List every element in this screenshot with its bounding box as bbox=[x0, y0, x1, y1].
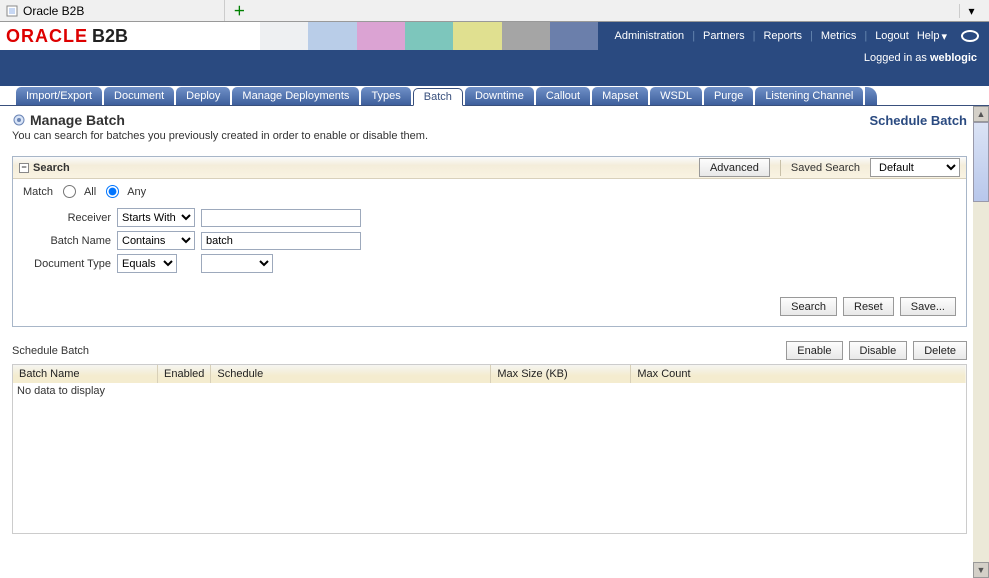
saved-search-select[interactable]: Default bbox=[870, 158, 960, 177]
batch-name-operator-select[interactable]: Contains bbox=[117, 231, 195, 250]
advanced-button[interactable]: Advanced bbox=[699, 158, 770, 177]
tab-callout[interactable]: Callout bbox=[536, 87, 590, 105]
new-tab-area[interactable]: ＋ bbox=[224, 0, 959, 21]
page-description: You can search for batches you previousl… bbox=[12, 130, 967, 142]
document-type-operator-select[interactable]: Equals bbox=[117, 254, 177, 273]
match-label: Match bbox=[23, 186, 53, 198]
save-button[interactable]: Save... bbox=[900, 297, 956, 316]
schedule-batch-link[interactable]: Schedule Batch bbox=[869, 113, 967, 128]
no-data-message: No data to display bbox=[13, 383, 966, 533]
brand-mosaic bbox=[260, 22, 598, 50]
tab-batch[interactable]: Batch bbox=[413, 88, 463, 106]
browser-tab-title: Oracle B2B bbox=[23, 4, 84, 18]
tab-end-cap bbox=[865, 87, 877, 105]
chevron-down-icon: ▾ bbox=[941, 30, 947, 43]
tab-deploy[interactable]: Deploy bbox=[176, 87, 230, 105]
receiver-operator-select[interactable]: Starts With bbox=[117, 208, 195, 227]
tab-downtime[interactable]: Downtime bbox=[465, 87, 534, 105]
scroll-down-button[interactable]: ▼ bbox=[973, 562, 989, 578]
site-favicon bbox=[6, 5, 18, 17]
search-panel-title: Search bbox=[33, 162, 70, 174]
vendor-logo-text: ORACLE bbox=[6, 26, 88, 47]
scroll-thumb[interactable] bbox=[973, 122, 989, 202]
tab-mapset[interactable]: Mapset bbox=[592, 87, 648, 105]
page-content: Manage Batch Schedule Batch You can sear… bbox=[0, 106, 973, 578]
disable-button[interactable]: Disable bbox=[849, 341, 908, 360]
page-title: Manage Batch bbox=[30, 112, 125, 128]
tab-purge[interactable]: Purge bbox=[704, 87, 753, 105]
oracle-o-icon bbox=[961, 30, 979, 42]
nav-metrics[interactable]: Metrics bbox=[821, 30, 856, 42]
plus-icon: ＋ bbox=[233, 2, 245, 19]
sub-blue-bar bbox=[0, 68, 989, 86]
nav-administration[interactable]: Administration bbox=[614, 30, 684, 42]
batch-name-label: Batch Name bbox=[23, 235, 113, 247]
gear-icon bbox=[12, 113, 26, 127]
tab-wsdl[interactable]: WSDL bbox=[650, 87, 702, 105]
col-max-count[interactable]: Max Count bbox=[631, 365, 966, 383]
table-header-row: Batch Name Enabled Schedule Max Size (KB… bbox=[13, 365, 966, 383]
tab-listening-channel[interactable]: Listening Channel bbox=[755, 87, 863, 105]
match-any-label: Any bbox=[127, 186, 146, 198]
scroll-track[interactable] bbox=[973, 202, 989, 562]
tabs-row: Import/Export Document Deploy Manage Dep… bbox=[0, 86, 989, 106]
match-all-label: All bbox=[84, 186, 96, 198]
receiver-label: Receiver bbox=[23, 212, 113, 224]
search-panel: − Search Advanced Saved Search Default M… bbox=[12, 156, 967, 327]
brand-strip: ORACLE B2B Administration| Partners| Rep… bbox=[0, 22, 989, 50]
schedule-batch-section-title: Schedule Batch bbox=[12, 345, 89, 357]
tab-import-export[interactable]: Import/Export bbox=[16, 87, 102, 105]
nav-logout[interactable]: Logout bbox=[875, 30, 909, 42]
browser-title-bar: Oracle B2B ＋ ▾ bbox=[0, 0, 989, 22]
nav-help[interactable]: Help ▾ bbox=[917, 30, 947, 43]
batch-name-input[interactable] bbox=[201, 232, 361, 250]
document-type-label: Document Type bbox=[23, 258, 113, 270]
col-batch-name[interactable]: Batch Name bbox=[13, 365, 158, 383]
table-empty-row: No data to display bbox=[13, 383, 966, 533]
match-all-radio[interactable] bbox=[63, 185, 76, 198]
nav-reports[interactable]: Reports bbox=[763, 30, 802, 42]
document-type-value-select[interactable] bbox=[201, 254, 273, 273]
tab-document[interactable]: Document bbox=[104, 87, 174, 105]
tab-menu-button[interactable]: ▾ bbox=[959, 4, 983, 18]
tab-manage-deployments[interactable]: Manage Deployments bbox=[232, 87, 359, 105]
reset-button[interactable]: Reset bbox=[843, 297, 894, 316]
top-nav: Administration| Partners| Reports| Metri… bbox=[598, 22, 989, 50]
col-max-size[interactable]: Max Size (KB) bbox=[491, 365, 631, 383]
nav-partners[interactable]: Partners bbox=[703, 30, 745, 42]
batch-table: Batch Name Enabled Schedule Max Size (KB… bbox=[12, 364, 967, 534]
login-status-bar: Logged in as weblogic bbox=[0, 50, 989, 68]
logged-in-user: weblogic bbox=[930, 52, 977, 64]
delete-button[interactable]: Delete bbox=[913, 341, 967, 360]
tab-types[interactable]: Types bbox=[361, 87, 410, 105]
search-button[interactable]: Search bbox=[780, 297, 837, 316]
match-any-radio[interactable] bbox=[106, 185, 119, 198]
product-name: B2B bbox=[92, 26, 128, 47]
col-enabled[interactable]: Enabled bbox=[158, 365, 211, 383]
scroll-up-button[interactable]: ▲ bbox=[973, 106, 989, 122]
enable-button[interactable]: Enable bbox=[786, 341, 842, 360]
collapse-search-icon[interactable]: − bbox=[19, 163, 29, 173]
receiver-input[interactable] bbox=[201, 209, 361, 227]
divider bbox=[780, 160, 781, 176]
saved-search-label: Saved Search bbox=[791, 162, 860, 174]
vertical-scrollbar[interactable]: ▲ ▼ bbox=[973, 106, 989, 578]
col-schedule[interactable]: Schedule bbox=[211, 365, 491, 383]
